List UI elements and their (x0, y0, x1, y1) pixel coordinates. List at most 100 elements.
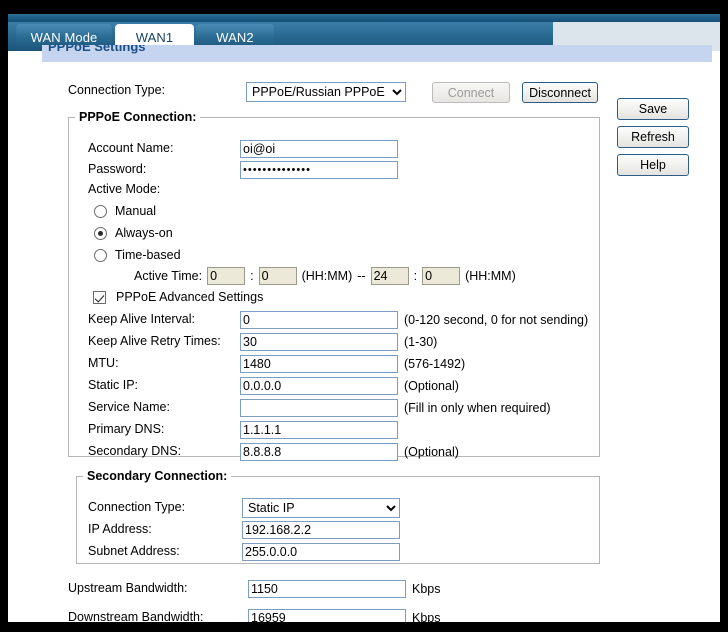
downstream-bandwidth-row: Downstream Bandwidth: (68, 610, 203, 622)
secondary-dns-hint: (Optional) (404, 445, 459, 459)
keep-alive-interval-row: Keep Alive Interval: (88, 312, 195, 326)
secondary-connection-type-select[interactable]: Static IP (242, 498, 400, 518)
help-button[interactable]: Help (617, 154, 689, 176)
secondary-subnet-address-row: Subnet Address: (88, 544, 180, 558)
password-row: Password: (88, 162, 146, 176)
account-name-input[interactable] (240, 140, 398, 158)
password-label: Password: (88, 162, 147, 176)
static-ip-label: Static IP: (88, 378, 139, 392)
upstream-bandwidth-input[interactable] (248, 580, 406, 598)
upstream-bandwidth-unit: Kbps (412, 582, 441, 596)
primary-dns-input[interactable] (240, 421, 398, 439)
connection-type-label: Connection Type: (68, 83, 166, 97)
active-time-end-minute-input[interactable] (422, 267, 461, 285)
active-mode-label: Active Mode: (88, 182, 161, 196)
active-time-separator-2: : (413, 269, 418, 283)
form-area: Connection Type: PPPoE/Russian PPPoE Con… (8, 62, 720, 622)
secondary-ip-address-label: IP Address: (88, 522, 152, 536)
downstream-bandwidth-input[interactable] (248, 609, 406, 622)
mode-always-on-label: Always-on (115, 226, 173, 240)
top-accent-bar (8, 14, 720, 22)
keep-alive-retry-row: Keep Alive Retry Times: (88, 334, 221, 348)
mode-time-based-label: Time-based (115, 248, 181, 262)
refresh-button[interactable]: Refresh (617, 126, 689, 148)
mtu-input[interactable] (240, 355, 398, 373)
secondary-connection-type-label: Connection Type: (88, 500, 186, 514)
mtu-label: MTU: (88, 356, 119, 370)
primary-dns-row: Primary DNS: (88, 422, 164, 436)
active-time-row: Active Time: : (HH:MM) -- : (HH:MM) (134, 267, 516, 285)
secondary-dns-row: Secondary DNS: (88, 444, 181, 458)
upstream-bandwidth-row: Upstream Bandwidth: (68, 581, 188, 595)
secondary-ip-address-input[interactable] (242, 521, 400, 539)
keep-alive-interval-input[interactable] (240, 311, 398, 329)
pppoe-advanced-settings-checkbox[interactable] (93, 290, 106, 304)
keep-alive-interval-label: Keep Alive Interval: (88, 312, 196, 326)
keep-alive-interval-hint: (0-120 second, 0 for not sending) (404, 313, 589, 327)
save-button[interactable]: Save (617, 98, 689, 120)
upstream-bandwidth-label: Upstream Bandwidth: (68, 581, 188, 595)
mode-time-based-row[interactable]: Time-based (94, 248, 181, 262)
active-time-format-hint-2: (HH:MM) (465, 269, 516, 283)
mtu-row: MTU: (88, 356, 119, 370)
mode-manual-label: Manual (115, 204, 156, 218)
mtu-hint: (576-1492) (404, 357, 466, 371)
secondary-subnet-address-label: Subnet Address: (88, 544, 180, 558)
service-name-input[interactable] (240, 399, 398, 417)
secondary-dns-input[interactable] (240, 443, 398, 461)
connection-type-select[interactable]: PPPoE/Russian PPPoE (246, 82, 406, 102)
keep-alive-retry-hint: (1-30) (404, 335, 438, 349)
secondary-subnet-address-input[interactable] (242, 543, 400, 561)
disconnect-button[interactable]: Disconnect (522, 82, 598, 103)
pppoe-advanced-settings-row[interactable]: PPPoE Advanced Settings (93, 290, 263, 304)
help-button-label: Help (640, 158, 666, 172)
disconnect-button-label: Disconnect (529, 85, 591, 100)
section-header-pppoe-settings: PPPoE Settings (42, 45, 712, 62)
connect-button[interactable]: Connect (432, 82, 510, 103)
active-time-start-minute-input[interactable] (258, 267, 297, 285)
service-name-row: Service Name: (88, 400, 170, 414)
connect-button-label: Connect (447, 85, 495, 100)
account-name-row: Account Name: (88, 141, 173, 155)
secondary-connection-type-row: Connection Type: (88, 500, 185, 514)
static-ip-row: Static IP: (88, 378, 138, 392)
window-frame: WAN Mode WAN1 WAN2 PPPoE Settings Connec… (0, 0, 728, 632)
downstream-bandwidth-label: Downstream Bandwidth: (68, 610, 204, 622)
tab-wan-mode-label: WAN Mode (30, 30, 98, 45)
account-name-label: Account Name: (88, 141, 174, 155)
active-mode-row: Active Mode: (88, 182, 160, 196)
static-ip-hint: (Optional) (404, 379, 459, 393)
secondary-dns-label: Secondary DNS: (88, 444, 182, 458)
active-time-start-hour-input[interactable] (207, 267, 246, 285)
active-time-dash: -- (357, 269, 366, 283)
mode-always-on-radio[interactable] (94, 226, 107, 240)
active-time-end-hour-input[interactable] (370, 267, 409, 285)
secondary-ip-address-row: IP Address: (88, 522, 152, 536)
password-input[interactable]: •••••••••••••• (240, 161, 398, 179)
keep-alive-retry-label: Keep Alive Retry Times: (88, 334, 221, 348)
active-time-separator-1: : (250, 269, 254, 283)
pppoe-connection-legend: PPPoE Connection: (79, 110, 197, 124)
active-time-label: Active Time: (134, 269, 203, 283)
refresh-button-label: Refresh (631, 130, 675, 144)
downstream-bandwidth-unit: Kbps (412, 611, 441, 622)
service-name-hint: (Fill in only when required) (404, 401, 551, 415)
mode-time-based-radio[interactable] (94, 248, 107, 262)
secondary-connection-legend: Secondary Connection: (87, 469, 228, 483)
tab-wan2-label: WAN2 (216, 30, 254, 45)
active-time-format-hint-1: (HH:MM) (301, 269, 353, 283)
router-config-page: WAN Mode WAN1 WAN2 PPPoE Settings Connec… (8, 14, 720, 622)
keep-alive-retry-input[interactable] (240, 333, 398, 351)
service-name-label: Service Name: (88, 400, 170, 414)
primary-dns-label: Primary DNS: (88, 422, 165, 436)
static-ip-input[interactable] (240, 377, 398, 395)
pppoe-advanced-settings-label: PPPoE Advanced Settings (116, 290, 264, 304)
mode-always-on-row[interactable]: Always-on (94, 226, 173, 240)
section-header-label: PPPoE Settings (48, 45, 146, 54)
save-button-label: Save (638, 102, 668, 116)
mode-manual-radio[interactable] (94, 204, 107, 218)
password-value: •••••••••••••• (243, 164, 311, 176)
connection-type-row: Connection Type: (68, 83, 165, 97)
mode-manual-row[interactable]: Manual (94, 204, 156, 218)
tab-wan1-label: WAN1 (135, 30, 174, 45)
